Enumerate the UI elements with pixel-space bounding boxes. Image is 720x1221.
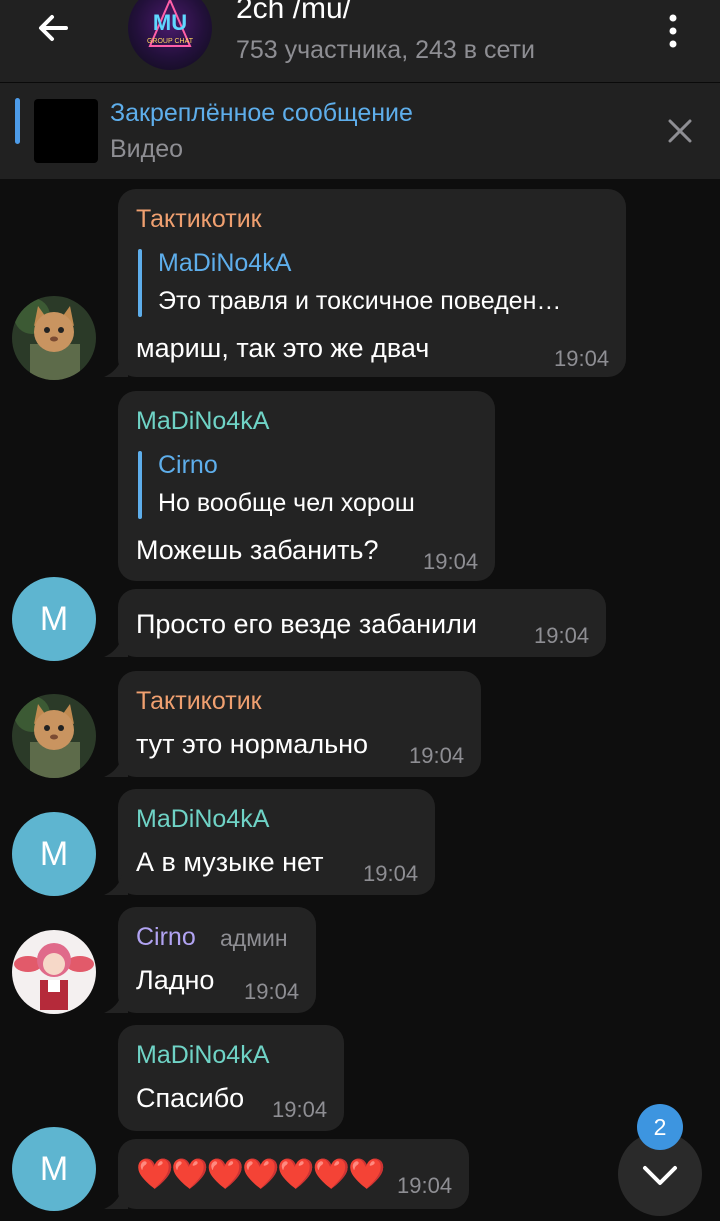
pinned-subtitle: Видео bbox=[110, 135, 184, 163]
message-text: Просто его везде забанили bbox=[136, 609, 477, 639]
admin-badge: админ bbox=[220, 925, 288, 951]
chat-title[interactable]: 2ch /mu/ bbox=[236, 0, 351, 26]
message-text: Ладно bbox=[136, 965, 215, 995]
message-text: тут это нормально bbox=[136, 729, 369, 759]
pinned-title: Закреплённое сообщение bbox=[110, 99, 413, 127]
sender-name[interactable]: MaDiNo4kA bbox=[136, 407, 269, 436]
bubble-tail bbox=[104, 875, 128, 895]
message-bubble[interactable]: MaDiNo4kA Cirno Но вообще чел хорош Може… bbox=[118, 391, 495, 581]
reply-sender[interactable]: MaDiNo4kA bbox=[158, 249, 291, 278]
avatar[interactable]: M bbox=[12, 577, 96, 661]
message-bubble[interactable]: Cirno админ Ладно 19:04 bbox=[118, 907, 316, 1013]
bubble-tail bbox=[104, 637, 128, 657]
bubble-tail bbox=[104, 993, 128, 1013]
message-bubble[interactable]: Просто его везде забанили 19:04 bbox=[118, 589, 606, 657]
message-time: 19:04 bbox=[534, 623, 590, 648]
message-text: Спасибо bbox=[136, 1083, 245, 1113]
more-vert-icon[interactable] bbox=[656, 6, 690, 50]
sender-name[interactable]: Тактикотик bbox=[136, 687, 262, 716]
group-avatar[interactable]: MU GROUP CHAT bbox=[128, 0, 212, 70]
chat-subtitle: 753 участника, 243 в сети bbox=[236, 36, 535, 64]
back-arrow-icon[interactable] bbox=[30, 6, 80, 50]
message-bubble[interactable]: MaDiNo4kA А в музыке нет 19:04 bbox=[118, 789, 435, 895]
reply-bar bbox=[138, 249, 142, 317]
bubble-tail bbox=[104, 357, 128, 377]
pin-indicator bbox=[15, 98, 20, 144]
sender-name[interactable]: Тактикотик bbox=[136, 205, 262, 234]
message-text: А в музыке нет bbox=[136, 847, 324, 877]
message-bubble[interactable]: Тактикотик MaDiNo4kA Это травля и токсич… bbox=[118, 189, 626, 377]
message-time: 19:04 bbox=[244, 979, 300, 1004]
sender-name[interactable]: Cirno bbox=[136, 923, 196, 952]
chat-header: MU GROUP CHAT 2ch /mu/ 753 участника, 24… bbox=[0, 0, 720, 83]
message-time: 19:04 bbox=[272, 1097, 328, 1122]
svg-text:MU: MU bbox=[153, 10, 187, 35]
bubble-tail bbox=[104, 757, 128, 777]
reply-text[interactable]: Но вообще чел хорош bbox=[158, 489, 415, 518]
svg-text:GROUP CHAT: GROUP CHAT bbox=[147, 38, 194, 45]
message-bubble[interactable]: ❤️❤️❤️❤️❤️❤️❤️ 19:04 bbox=[118, 1139, 469, 1209]
pinned-video-thumbnail bbox=[34, 99, 98, 163]
cat-avatar[interactable] bbox=[12, 296, 96, 380]
message-text: мариш, так это же двач bbox=[136, 333, 430, 363]
message-time: 19:04 bbox=[423, 549, 479, 574]
message-time: 19:04 bbox=[363, 861, 419, 886]
reply-text[interactable]: Это травля и токсичное поведен… bbox=[158, 287, 561, 316]
message-time: 19:04 bbox=[409, 743, 465, 768]
avatar[interactable]: M bbox=[12, 812, 96, 896]
message-text: Можешь забанить? bbox=[136, 535, 379, 565]
message-time: 19:04 bbox=[554, 346, 610, 371]
close-icon[interactable] bbox=[664, 115, 696, 147]
pinned-message-bar[interactable]: Закреплённое сообщение Видео bbox=[0, 83, 720, 179]
message-time: 19:04 bbox=[397, 1173, 453, 1198]
message-text: ❤️❤️❤️❤️❤️❤️❤️ bbox=[136, 1158, 385, 1191]
sender-name[interactable]: MaDiNo4kA bbox=[136, 805, 269, 834]
avatar[interactable]: M bbox=[12, 1127, 96, 1211]
cat-avatar[interactable] bbox=[12, 694, 96, 778]
message-bubble[interactable]: Тактикотик тут это нормально 19:04 bbox=[118, 671, 481, 777]
unread-count-badge: 2 bbox=[637, 1104, 683, 1150]
reply-sender[interactable]: Cirno bbox=[158, 451, 218, 480]
anime-avatar[interactable] bbox=[12, 930, 96, 1014]
bubble-tail bbox=[104, 1189, 128, 1209]
sender-name[interactable]: MaDiNo4kA bbox=[136, 1041, 269, 1070]
reply-bar bbox=[138, 451, 142, 519]
message-bubble[interactable]: MaDiNo4kA Спасибо 19:04 bbox=[118, 1025, 344, 1131]
